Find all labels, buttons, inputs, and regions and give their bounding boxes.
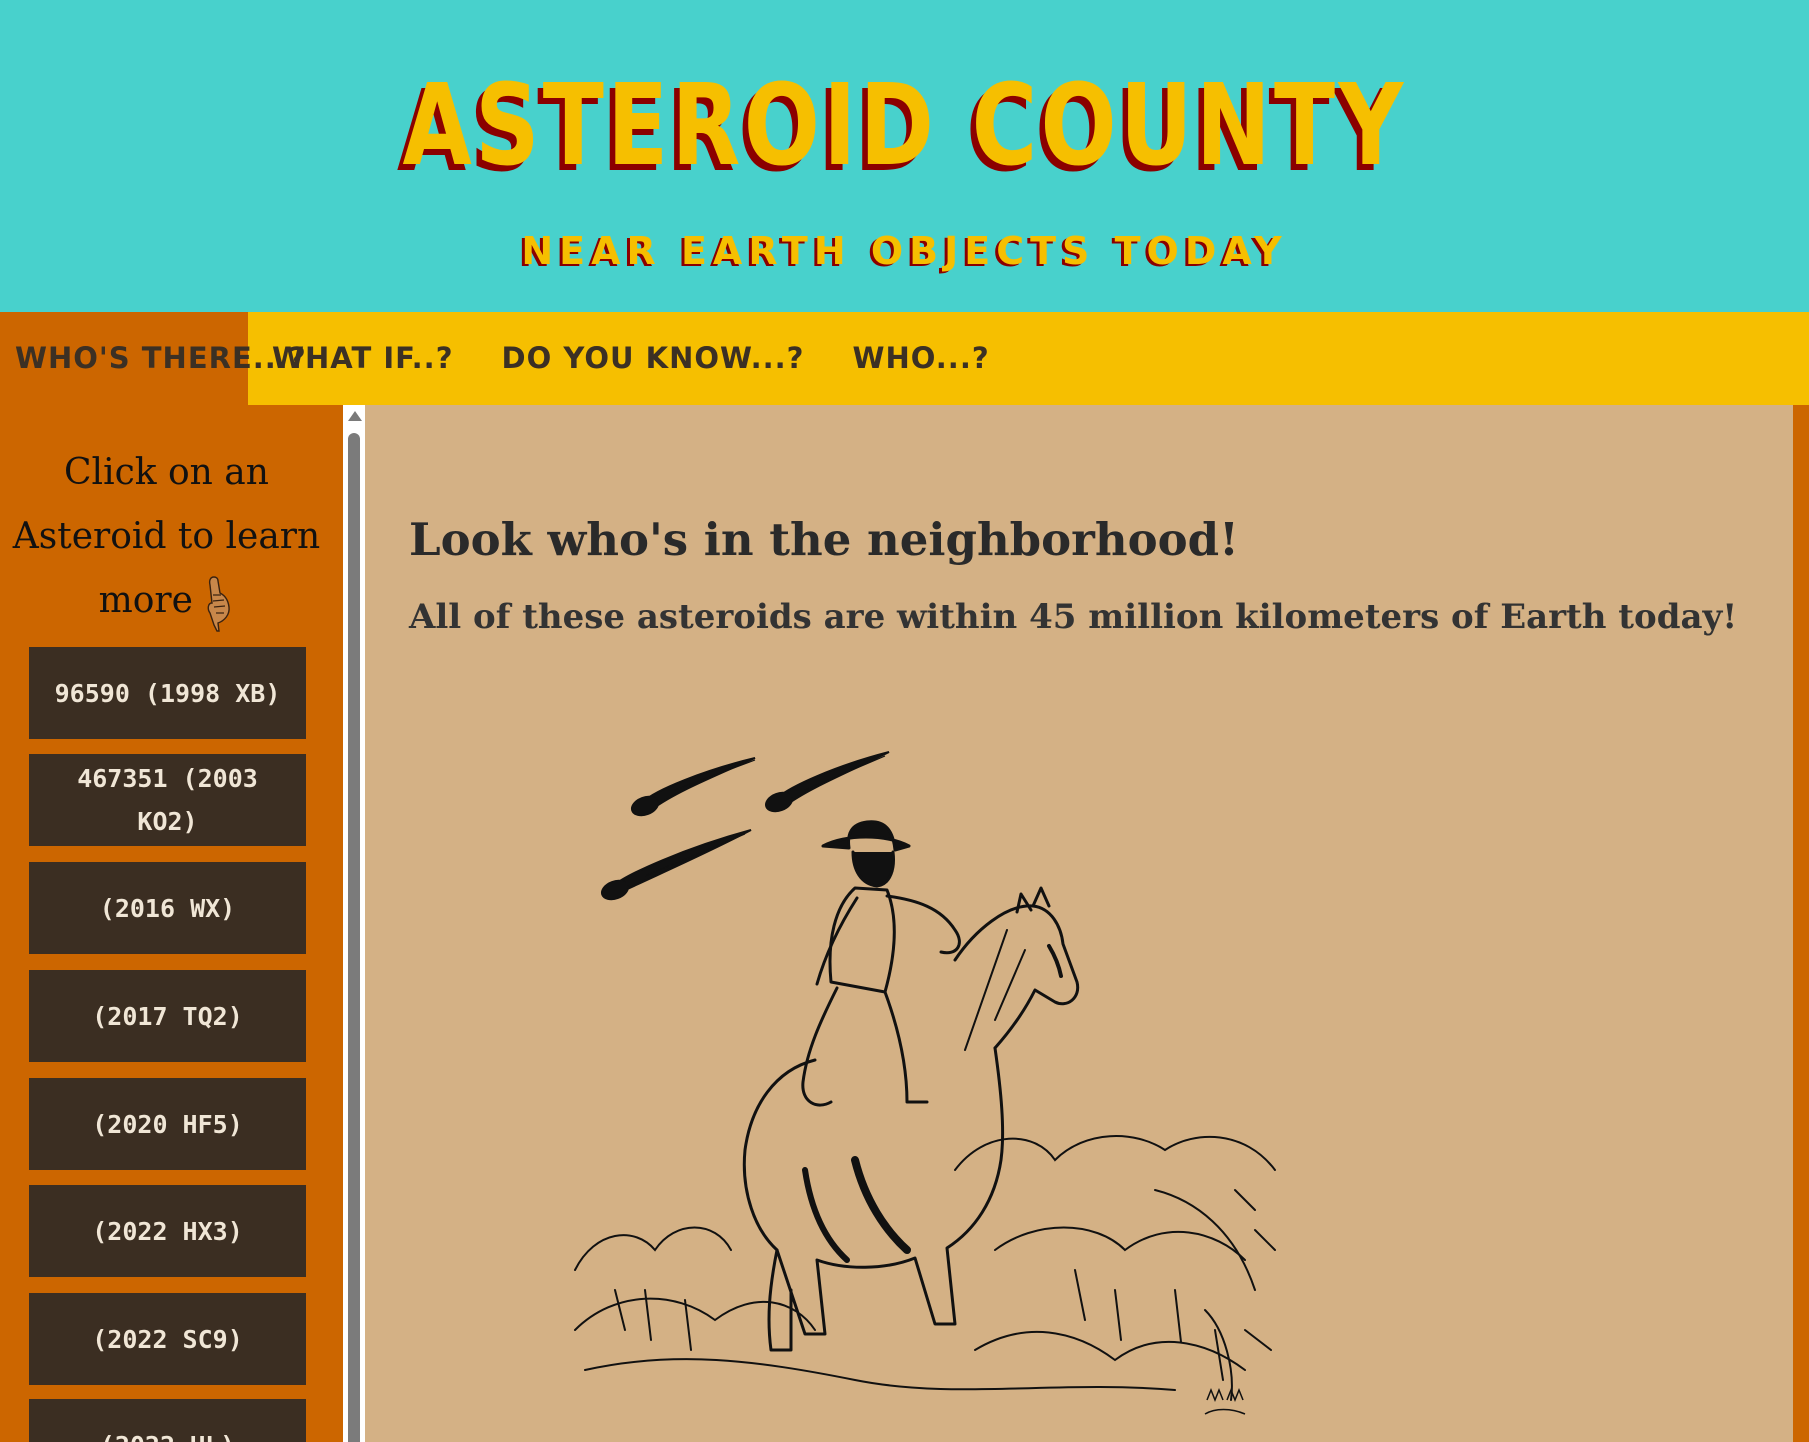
artist-signature — [1204, 1387, 1246, 1415]
cowboy-figure — [742, 820, 1080, 1352]
asteroid-button-2020-hf5[interactable]: (2020 HF5) — [29, 1078, 306, 1170]
asteroid-sidebar: Click on an Asteroid to learn more 96590… — [0, 405, 343, 1442]
tab-do-you-know[interactable]: DO YOU KNOW...? — [478, 312, 829, 405]
asteroid-button-2022-hx3[interactable]: (2022 HX3) — [29, 1185, 306, 1277]
main-content: Look who's in the neighborhood! All of t… — [365, 405, 1793, 1442]
scroll-thumb[interactable] — [348, 433, 360, 1442]
sidebar-scrollbar[interactable] — [343, 405, 365, 1442]
tab-who[interactable]: WHO...? — [829, 312, 1014, 405]
cowboy-illustration — [574, 751, 1276, 1415]
site-subtitle: NEAR EARTH OBJECTS TODAY — [521, 229, 1288, 273]
asteroid-button-2022-ul[interactable]: (2022 UL) — [29, 1399, 306, 1442]
right-edge-border — [1793, 405, 1809, 1442]
main-nav: WHO'S THERE...? WHAT IF..? DO YOU KNOW..… — [0, 312, 1809, 405]
asteroid-button-2016-wx[interactable]: (2016 WX) — [29, 862, 306, 954]
scroll-up-arrow-icon[interactable] — [348, 411, 362, 421]
sidebar-prompt-text: Click on an Asteroid to learn more — [12, 452, 321, 621]
page-lead: All of these asteroids are within 45 mil… — [409, 597, 1738, 637]
site-title: ASTEROID COUNTY — [402, 61, 1407, 191]
brush-terrain — [574, 1135, 1276, 1401]
site-header: ASTEROID COUNTY NEAR EARTH OBJECTS TODAY — [0, 0, 1809, 312]
tab-what-if[interactable]: WHAT IF..? — [248, 312, 478, 405]
meteor-icon — [600, 751, 890, 901]
sidebar-prompt: Click on an Asteroid to learn more — [0, 441, 333, 633]
asteroid-button-2022-sc9[interactable]: (2022 SC9) — [29, 1293, 306, 1385]
asteroid-button-2017-tq2[interactable]: (2017 TQ2) — [29, 970, 306, 1062]
asteroid-button-96590[interactable]: 96590 (1998 XB) — [29, 647, 306, 739]
asteroid-button-467351[interactable]: 467351 (2003 KO2) — [29, 754, 306, 846]
pointing-hand-icon — [207, 576, 231, 632]
page-heading: Look who's in the neighborhood! — [409, 513, 1239, 566]
tab-whos-there[interactable]: WHO'S THERE...? — [0, 312, 306, 405]
